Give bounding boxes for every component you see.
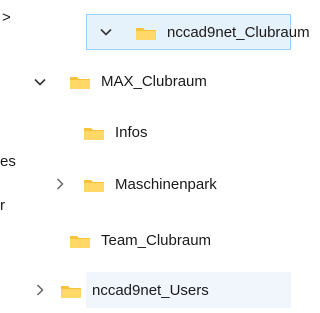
left-pane-fragment-arrow: > <box>2 9 11 26</box>
tree-item-maschinenpark[interactable]: Maschinenpark <box>0 166 291 202</box>
tree-item-infos[interactable]: Infos <box>0 114 291 150</box>
folder-icon <box>69 233 91 249</box>
folder-icon <box>69 74 91 90</box>
tree-item-team-clubraum[interactable]: Team_Clubraum <box>0 222 291 258</box>
tree-item-label: Maschinenpark <box>115 176 217 193</box>
tree-item-label: nccad9net_Users <box>92 282 209 299</box>
tree-item-max-clubraum[interactable]: MAX_Clubraum <box>0 64 291 100</box>
folder-icon <box>83 125 105 141</box>
folder-icon <box>83 177 105 193</box>
folder-icon <box>135 25 157 41</box>
chevron-right-icon[interactable] <box>33 283 47 297</box>
chevron-down-icon[interactable] <box>99 25 113 39</box>
tree-item-label: nccad9net_Clubraum <box>167 24 310 41</box>
chevron-right-icon[interactable] <box>53 177 67 191</box>
chevron-down-icon[interactable] <box>33 75 47 89</box>
tree-item-label: MAX_Clubraum <box>101 73 207 90</box>
tree-item-nccad9net-users[interactable]: nccad9net_Users <box>0 272 291 308</box>
tree-item-nccad9net-clubraum[interactable]: nccad9net_Clubraum <box>86 14 310 50</box>
folder-icon <box>60 283 82 299</box>
tree-item-label: Team_Clubraum <box>101 232 212 249</box>
tree-item-label: Infos <box>115 124 148 141</box>
